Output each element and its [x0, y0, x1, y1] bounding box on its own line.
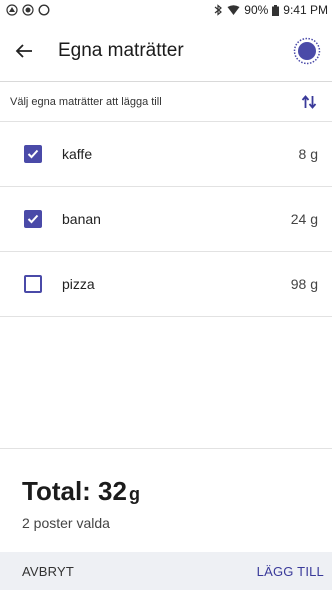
total-unit: g: [128, 484, 140, 504]
total-label: Total: 32 g: [22, 476, 140, 507]
battery-icon: [272, 4, 280, 16]
notification-icon: [6, 4, 18, 16]
record-icon: [22, 4, 34, 16]
page-title: Egna maträtter: [58, 39, 184, 61]
status-icons-right: 90% 9:41 PM: [213, 3, 328, 17]
app-bar: Egna maträtter: [0, 20, 332, 82]
sort-button[interactable]: [298, 91, 320, 113]
cancel-button[interactable]: AVBRYT: [22, 564, 74, 579]
food-list: kaffe 8 g banan 24 g pizza 98 g: [0, 122, 332, 317]
clock: 9:41 PM: [283, 3, 328, 17]
item-amount: 24 g: [290, 211, 318, 227]
total-value: Total: 32: [22, 476, 127, 506]
action-footer: AVBRYT LÄGG TILL: [0, 552, 332, 590]
status-icons-left: [6, 4, 50, 16]
checkbox-checked[interactable]: [24, 210, 42, 228]
wifi-icon: [227, 4, 240, 15]
ring-icon: [38, 4, 50, 16]
profile-icon: [293, 37, 321, 64]
selected-count: 2 poster valda: [22, 515, 110, 531]
check-icon: [27, 214, 39, 224]
add-button[interactable]: LÄGG TILL: [257, 564, 324, 579]
list-item[interactable]: banan 24 g: [0, 187, 332, 252]
sort-icon: [301, 94, 317, 109]
back-button[interactable]: [12, 39, 36, 63]
list-item[interactable]: kaffe 8 g: [0, 122, 332, 187]
summary-divider: [0, 448, 332, 449]
item-name: pizza: [62, 276, 95, 292]
item-name: banan: [62, 211, 101, 227]
profile-button[interactable]: [292, 36, 322, 66]
battery-percent: 90%: [244, 3, 269, 17]
checkbox-unchecked[interactable]: [24, 275, 42, 293]
list-subheader: Välj egna maträtter att lägga till: [0, 82, 332, 122]
checkbox-checked[interactable]: [24, 145, 42, 163]
item-name: kaffe: [62, 146, 93, 162]
arrow-left-icon: [15, 43, 32, 58]
subheader-label: Välj egna maträtter att lägga till: [10, 95, 162, 108]
item-amount: 8 g: [298, 146, 318, 162]
check-icon: [27, 149, 39, 159]
list-item[interactable]: pizza 98 g: [0, 252, 332, 317]
item-amount: 98 g: [290, 276, 318, 292]
bluetooth-icon: [214, 4, 223, 16]
status-bar: 90% 9:41 PM: [0, 0, 332, 20]
